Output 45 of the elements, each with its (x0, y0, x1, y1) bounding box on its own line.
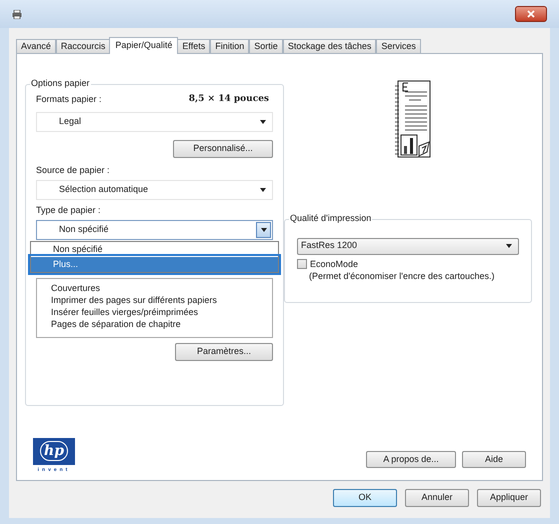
tab[interactable]: Effets (177, 39, 210, 53)
tab[interactable]: Finition (210, 39, 250, 53)
list-item[interactable]: Imprimer des pages sur différents papiers (51, 294, 272, 306)
tab[interactable]: Services (376, 39, 421, 53)
button[interactable]: Annuler (405, 489, 469, 507)
list-item[interactable]: Insérer feuilles vierges/préimprimées (51, 306, 272, 318)
caret-icon (260, 120, 266, 124)
tab[interactable]: Stockage des tâches (282, 39, 376, 53)
paper-type-dropdown[interactable]: Non spécifié (36, 220, 273, 240)
group-label: Qualité d'impression (289, 214, 372, 222)
paper-source-dropdown[interactable]: Sélection automatique (36, 180, 273, 200)
dropdown-item[interactable]: Non spécifié (31, 242, 278, 257)
printer-icon (12, 10, 22, 18)
caret-icon (506, 244, 512, 248)
button[interactable]: Aide (462, 451, 526, 468)
checkbox[interactable] (297, 259, 307, 270)
close-icon (527, 10, 535, 18)
caret-icon (260, 228, 266, 232)
document-icon (395, 80, 431, 158)
settings-button[interactable]: Paramètres... (175, 342, 273, 360)
paper-format-dropdown[interactable]: Legal (36, 112, 273, 132)
list-item[interactable]: Pages de séparation de chapitre (51, 318, 272, 330)
dropdown-arrow-button[interactable] (256, 222, 271, 238)
field-label: Source de papier : (36, 164, 111, 177)
dropdown-item[interactable]: Plus... (31, 257, 278, 272)
button[interactable]: OK (333, 489, 397, 507)
print-quality-dropdown[interactable]: FastRes 1200 (297, 238, 519, 254)
group-label: Options papier (30, 79, 91, 88)
paper-size-text: 8,5 × 14 pouces (188, 93, 269, 106)
tab[interactable]: Raccourcis (56, 39, 110, 53)
tab[interactable]: Avancé (16, 39, 56, 53)
field-label: Type de papier : (36, 204, 102, 217)
custom-button[interactable]: Personnalisé... (173, 140, 273, 158)
description-text: (Permet d'économiser l'encre des cartouches.) (308, 271, 496, 281)
caret-icon (260, 188, 266, 192)
tab[interactable]: Papier/Qualité (109, 37, 178, 54)
special-pages-list[interactable]: Couvertures Imprimer des pages sur différents papiers Insérer feuilles vierges/préimprimées Pages de séparation de chapitre (36, 278, 273, 338)
field-label: Formats papier : (36, 93, 102, 106)
button[interactable]: A propos de... (366, 451, 456, 468)
list-item[interactable]: Couvertures (51, 282, 272, 294)
logo-mark: hp (33, 438, 75, 464)
checkbox-label: EconoMode (310, 258, 358, 270)
close-button[interactable] (515, 6, 547, 22)
tab[interactable]: Sortie (249, 39, 283, 53)
button[interactable]: Appliquer (477, 489, 541, 507)
